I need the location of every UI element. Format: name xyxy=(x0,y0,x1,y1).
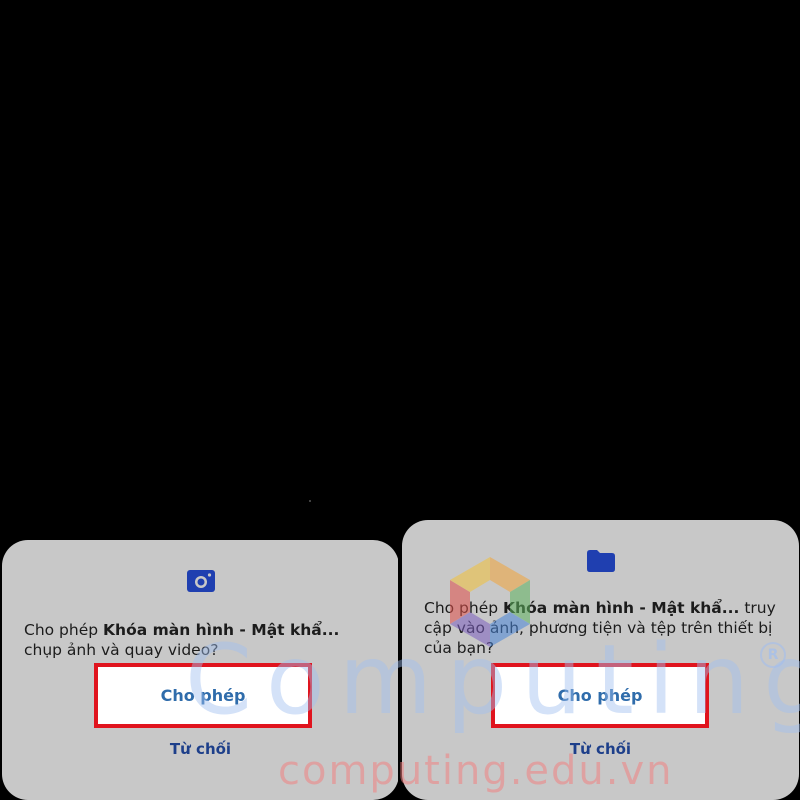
dark-dot xyxy=(309,500,311,502)
screen: Cho phép Khóa màn hình - Mật khẩ... chụp… xyxy=(0,0,800,800)
registered-mark: R xyxy=(760,642,786,668)
message-prefix: Cho phép xyxy=(24,621,104,639)
watermark-brand: Computing xyxy=(185,624,800,736)
watermark-url: computing.edu.vn xyxy=(278,748,674,794)
folder-icon xyxy=(586,550,615,576)
camera-icon xyxy=(186,570,215,596)
